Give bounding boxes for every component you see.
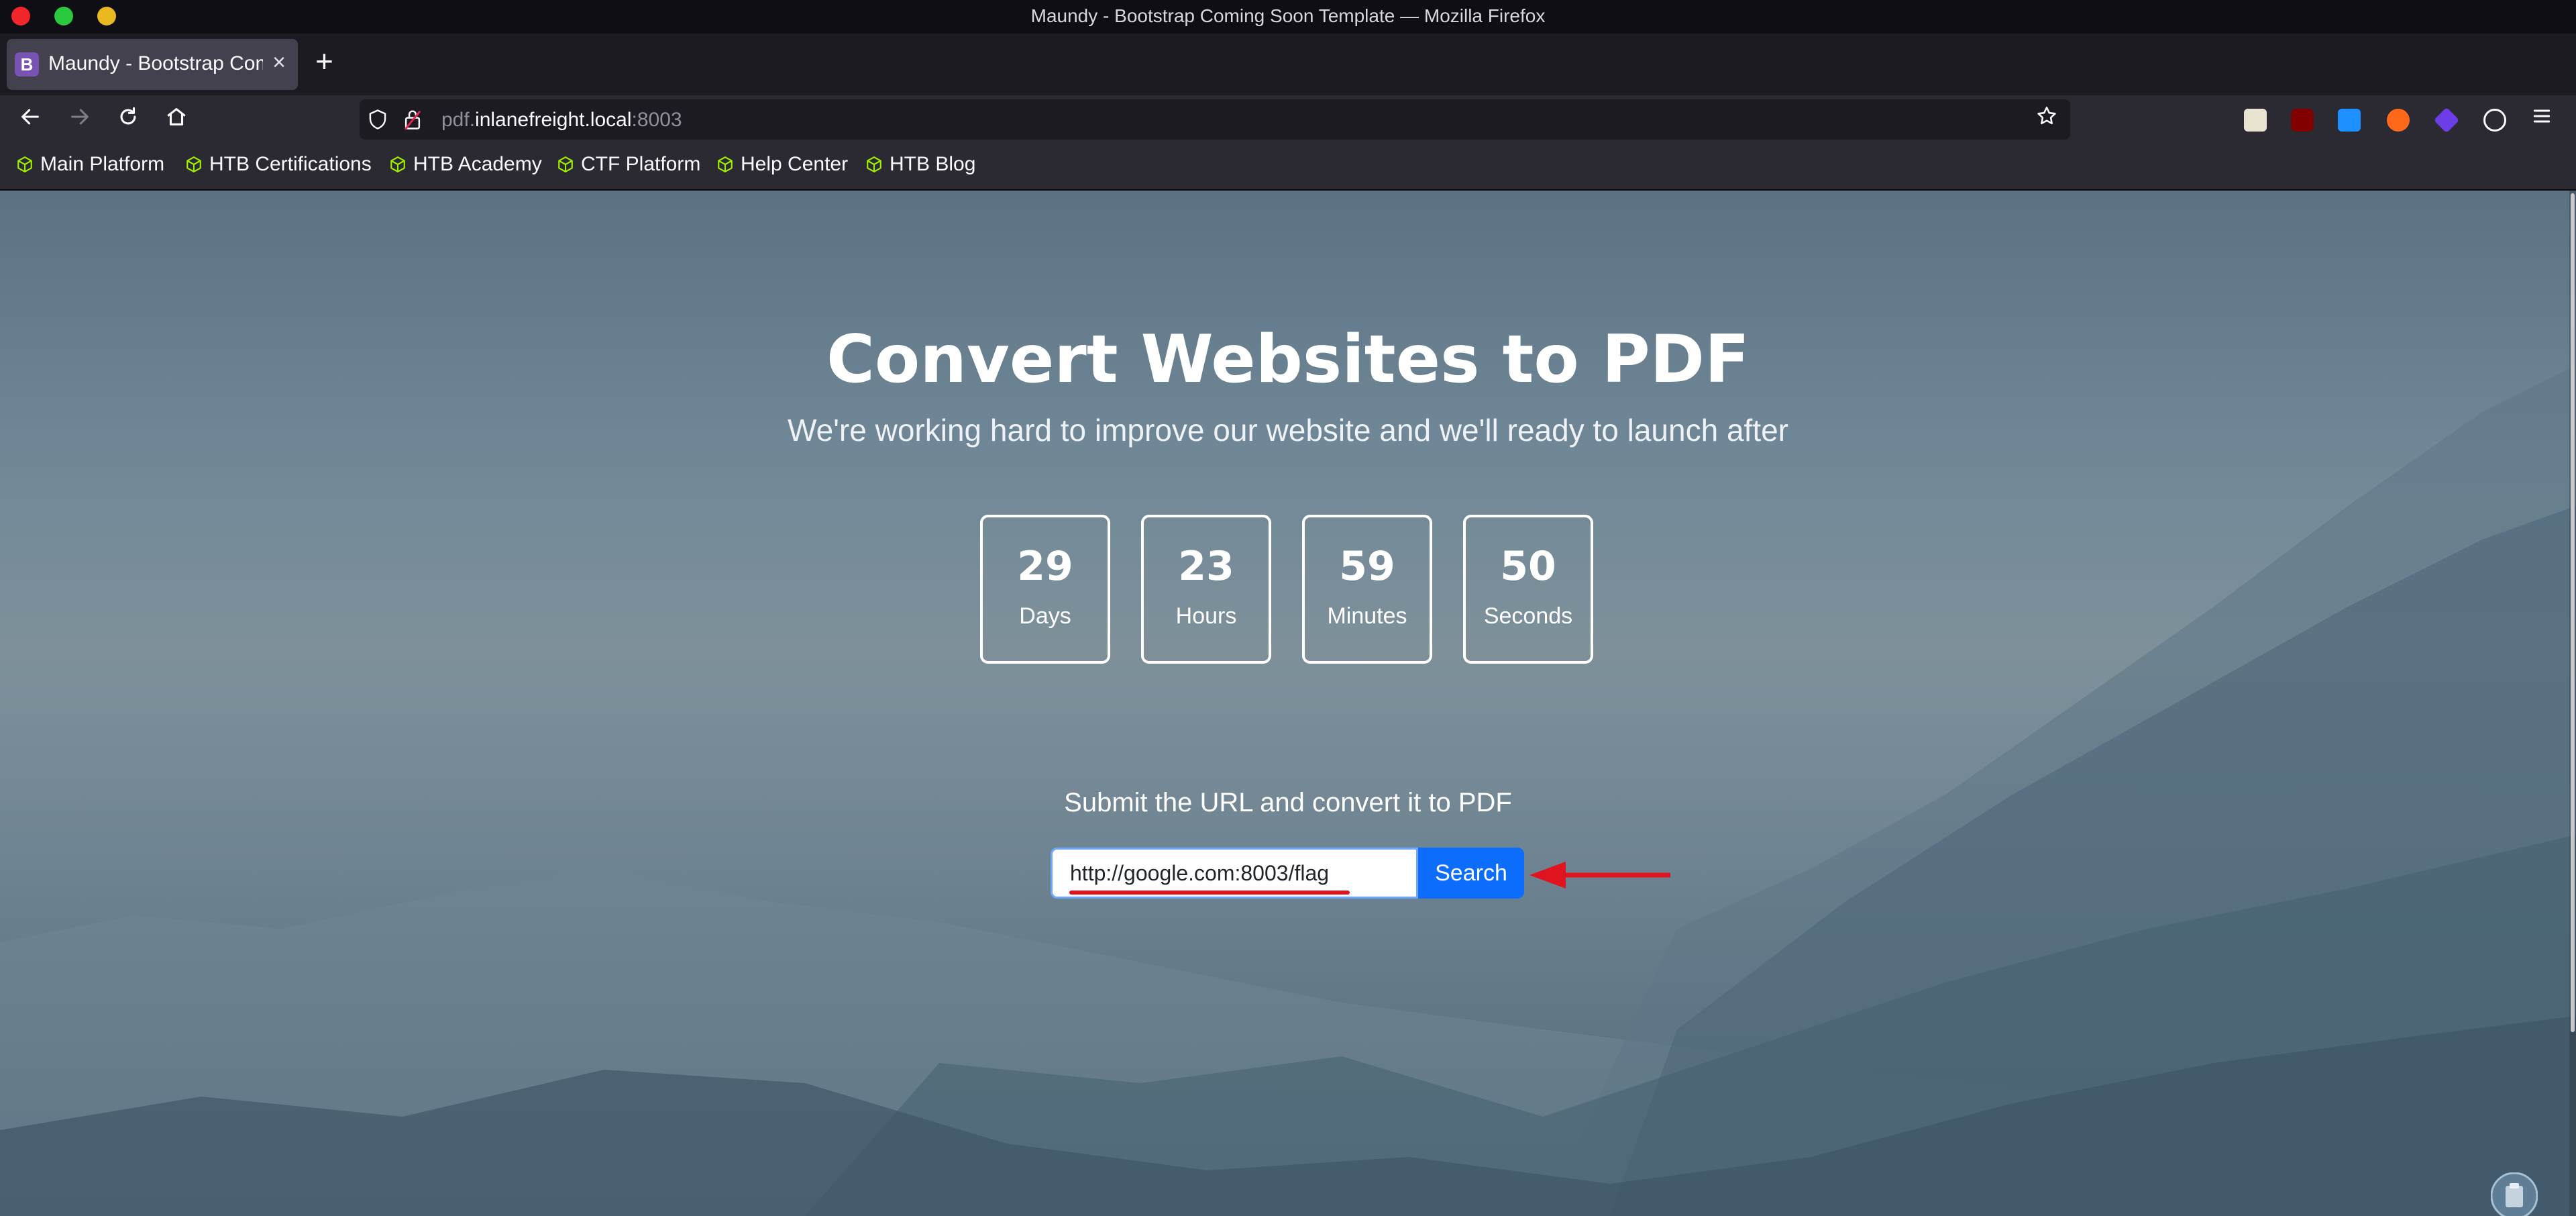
foxyproxy-icon[interactable]: [2387, 109, 2410, 132]
ublock-origin-icon[interactable]: [2291, 109, 2314, 132]
insecure-lock-icon[interactable]: [404, 109, 421, 130]
countdown-label: Days: [1019, 603, 1071, 629]
back-icon[interactable]: [15, 105, 46, 136]
window-titlebar: Maundy - Bootstrap Coming Soon Template …: [0, 0, 2576, 34]
address-bar[interactable]: pdf.inlanefreight.local:8003: [360, 99, 2070, 140]
window-title: Maundy - Bootstrap Coming Soon Template …: [1030, 5, 1546, 26]
page-viewport: Convert Websites to PDF We're working ha…: [0, 191, 2576, 1216]
page-title: Convert Websites to PDF: [826, 321, 1750, 398]
reload-icon[interactable]: [113, 105, 144, 136]
scrollbar-thumb[interactable]: [2571, 193, 2575, 1032]
htb-cube-icon: [558, 156, 573, 172]
tab-title: Maundy - Bootstrap Coming Soon Template: [48, 52, 263, 74]
extension-diamond-icon[interactable]: [2433, 107, 2460, 134]
htb-cube-icon: [186, 156, 201, 172]
close-tab-icon[interactable]: ×: [272, 50, 286, 76]
extension-cookie-icon[interactable]: [2244, 109, 2267, 132]
navigation-toolbar: pdf.inlanefreight.local:8003: [0, 95, 2576, 145]
url-text: pdf.inlanefreight.local:8003: [441, 109, 682, 131]
countdown-label: Minutes: [1327, 603, 1407, 629]
tab-strip: B Maundy - Bootstrap Coming Soon Templat…: [0, 34, 2576, 95]
htb-cube-icon: [867, 156, 881, 172]
countdown-value: 29: [1017, 543, 1073, 590]
bookmark-main-platform[interactable]: Main Platform: [16, 153, 164, 176]
countdown-seconds: 50 Seconds: [1463, 515, 1593, 664]
cookie-editor-icon[interactable]: [2483, 109, 2506, 132]
red-underline-annotation: [1069, 891, 1350, 895]
bookmark-ctf-platform[interactable]: CTF Platform: [557, 153, 700, 176]
search-button[interactable]: Search: [1418, 848, 1524, 899]
forward-icon[interactable]: [64, 105, 95, 136]
red-arrow-annotation: [1529, 862, 1670, 889]
url-form-label: Submit the URL and convert it to PDF: [1064, 788, 1512, 817]
page-subtitle: We're working hard to improve our websit…: [787, 413, 1788, 448]
bootstrap-favicon-icon: B: [15, 52, 39, 77]
countdown-value: 23: [1178, 543, 1234, 590]
countdown-label: Hours: [1175, 603, 1237, 629]
bookmark-htb-academy[interactable]: HTB Academy: [389, 153, 542, 176]
countdown-value: 59: [1339, 543, 1395, 590]
countdown-hours: 23 Hours: [1141, 515, 1271, 664]
tab-maundy[interactable]: B Maundy - Bootstrap Coming Soon Templat…: [7, 39, 298, 90]
countdown-value: 50: [1500, 543, 1556, 590]
bookmark-help-center[interactable]: Help Center: [716, 153, 848, 176]
bookmark-htb-blog[interactable]: HTB Blog: [865, 153, 975, 176]
extension-s-icon[interactable]: [2338, 109, 2361, 132]
star-icon[interactable]: [2035, 105, 2058, 134]
htb-cube-icon: [718, 156, 733, 172]
htb-cube-icon: [390, 156, 405, 172]
countdown-label: Seconds: [1483, 603, 1573, 629]
tracking-protection-shield-icon[interactable]: [368, 109, 388, 130]
clipboard-icon[interactable]: [2491, 1172, 2538, 1216]
new-tab-button[interactable]: +: [315, 46, 333, 77]
hamburger-menu-icon[interactable]: [2531, 105, 2553, 134]
home-icon[interactable]: [161, 105, 192, 136]
countdown-minutes: 59 Minutes: [1302, 515, 1432, 664]
countdown-days: 29 Days: [980, 515, 1110, 664]
bookmarks-toolbar: Main Platform HTB Certifications HTB Aca…: [0, 145, 2576, 191]
htb-cube-icon: [17, 156, 32, 172]
bookmark-htb-certifications[interactable]: HTB Certifications: [185, 153, 372, 176]
